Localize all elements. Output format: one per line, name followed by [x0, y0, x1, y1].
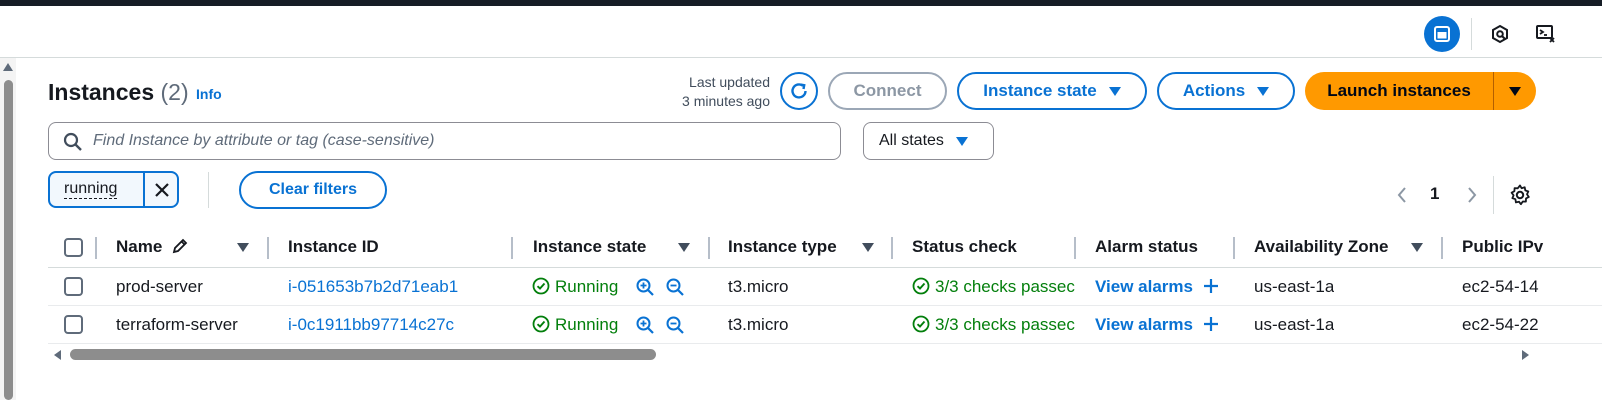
cell-name: terraform-server — [116, 315, 238, 334]
check-circle-icon — [912, 315, 930, 333]
scroll-left-arrow[interactable] — [54, 350, 61, 360]
q-icon — [1492, 24, 1508, 44]
last-updated-time: 3 minutes ago — [682, 93, 770, 109]
sort-caret-icon[interactable] — [862, 243, 874, 252]
chevron-down-icon — [1108, 86, 1121, 96]
utility-bar — [0, 6, 1602, 58]
cell-availability-zone: us-east-1a — [1254, 277, 1335, 296]
refresh-button[interactable] — [780, 72, 818, 110]
scroll-up-arrow[interactable] — [3, 63, 13, 71]
pagination-separator — [1493, 176, 1494, 214]
column-divider[interactable] — [708, 237, 710, 259]
sort-caret-icon[interactable] — [1411, 243, 1423, 252]
cell-availability-zone: us-east-1a — [1254, 315, 1335, 334]
column-divider — [95, 237, 97, 259]
cell-instance-id-link[interactable]: i-051653b7b2d71eab1 — [288, 277, 458, 297]
column-header-public-ip[interactable]: Public IPv — [1462, 237, 1602, 257]
chevron-right-icon[interactable] — [1465, 185, 1479, 205]
chevron-left-icon[interactable] — [1395, 185, 1409, 205]
clear-filters-button[interactable]: Clear filters — [239, 171, 387, 209]
cell-instance-type: t3.micro — [728, 277, 789, 296]
column-divider[interactable] — [1441, 237, 1443, 259]
vertical-scroll-thumb[interactable] — [4, 80, 13, 400]
cell-name: prod-server — [116, 277, 203, 296]
cell-status-check: 3/3 checks passec — [912, 315, 1075, 335]
zoom-in-icon[interactable] — [635, 315, 655, 335]
cell-instance-state: Running — [532, 277, 618, 297]
horizontal-scroll-thumb[interactable] — [70, 349, 656, 360]
remove-filter-button[interactable] — [143, 173, 179, 206]
filter-token: running — [48, 171, 179, 208]
cell-instance-id-link[interactable]: i-0c1911bb97714c27c — [288, 315, 454, 335]
last-updated-text: Last updated 3 minutes ago — [650, 73, 770, 111]
check-circle-icon — [532, 315, 550, 333]
view-alarms-link[interactable]: View alarms — [1095, 277, 1219, 297]
table-header: Name Instance ID Instance state Instance… — [48, 228, 1602, 268]
scroll-right-arrow[interactable] — [1522, 350, 1529, 360]
chevron-down-icon — [1257, 86, 1270, 96]
column-divider[interactable] — [267, 237, 269, 259]
instance-state-button[interactable]: Instance state — [957, 72, 1147, 110]
search-input[interactable] — [93, 129, 823, 153]
connect-button[interactable]: Connect — [828, 72, 947, 110]
launch-instances-button[interactable]: Launch instances — [1305, 72, 1493, 110]
cell-instance-state: Running — [532, 315, 618, 335]
column-header-alarm-status[interactable]: Alarm status — [1095, 237, 1198, 257]
cell-public-ip: ec2-54-14 — [1462, 277, 1539, 296]
current-page-number[interactable]: 1 — [1430, 184, 1439, 204]
panel-toggle-button[interactable] — [1424, 16, 1460, 52]
zoom-out-icon[interactable] — [665, 277, 685, 297]
cloudshell-icon — [1536, 25, 1555, 43]
refresh-icon — [791, 83, 807, 99]
cell-instance-type: t3.micro — [728, 315, 789, 334]
panel-icon — [1434, 26, 1450, 42]
chevron-down-icon — [1509, 86, 1521, 96]
column-divider[interactable] — [1233, 237, 1235, 259]
column-header-instance-type[interactable]: Instance type — [728, 237, 837, 257]
check-circle-icon — [912, 277, 930, 295]
check-circle-icon — [532, 277, 550, 295]
sort-caret-icon[interactable] — [237, 243, 249, 252]
cell-status-check: 3/3 checks passec — [912, 277, 1075, 297]
filter-separator — [208, 172, 209, 208]
actions-button[interactable]: Actions — [1157, 72, 1295, 110]
column-divider[interactable] — [511, 237, 513, 259]
filter-token-label: running — [64, 180, 118, 199]
select-all-checkbox[interactable] — [64, 238, 83, 257]
column-header-availability-zone[interactable]: Availability Zone — [1254, 237, 1388, 257]
instance-count: (2) — [160, 79, 189, 105]
row-checkbox[interactable] — [64, 277, 83, 296]
plus-icon[interactable] — [1203, 278, 1219, 294]
column-header-instance-state[interactable]: Instance state — [533, 237, 646, 257]
plus-icon[interactable] — [1203, 316, 1219, 332]
column-header-status-check[interactable]: Status check — [912, 237, 1017, 257]
column-header-instance-id[interactable]: Instance ID — [288, 237, 379, 257]
cell-public-ip: ec2-54-22 — [1462, 315, 1539, 334]
zoom-out-icon[interactable] — [665, 315, 685, 335]
table-row[interactable]: terraform-server i-0c1911bb97714c27c Run… — [48, 306, 1602, 344]
row-checkbox[interactable] — [64, 315, 83, 334]
view-alarms-link[interactable]: View alarms — [1095, 315, 1219, 335]
pencil-icon — [172, 238, 188, 254]
page-title: Instances (2) — [48, 79, 189, 105]
sort-caret-icon[interactable] — [678, 243, 690, 252]
launch-options-dropdown[interactable] — [1493, 72, 1536, 110]
cloudshell-button[interactable] — [1528, 16, 1564, 52]
gear-icon[interactable] — [1508, 183, 1532, 207]
zoom-in-icon[interactable] — [635, 277, 655, 297]
close-icon — [155, 182, 169, 197]
search-box[interactable] — [48, 122, 841, 160]
amazon-q-button[interactable] — [1482, 16, 1518, 52]
last-updated-label: Last updated — [689, 74, 770, 90]
column-divider[interactable] — [891, 237, 893, 259]
utility-separator — [1471, 18, 1472, 50]
search-icon — [63, 132, 82, 151]
column-header-name[interactable]: Name — [116, 237, 189, 257]
column-divider[interactable] — [1074, 237, 1076, 259]
states-select[interactable]: All states — [863, 122, 994, 160]
info-link[interactable]: Info — [196, 86, 222, 102]
table-row[interactable]: prod-server i-051653b7b2d71eab1 Running … — [48, 268, 1602, 306]
chevron-down-icon — [955, 136, 968, 146]
